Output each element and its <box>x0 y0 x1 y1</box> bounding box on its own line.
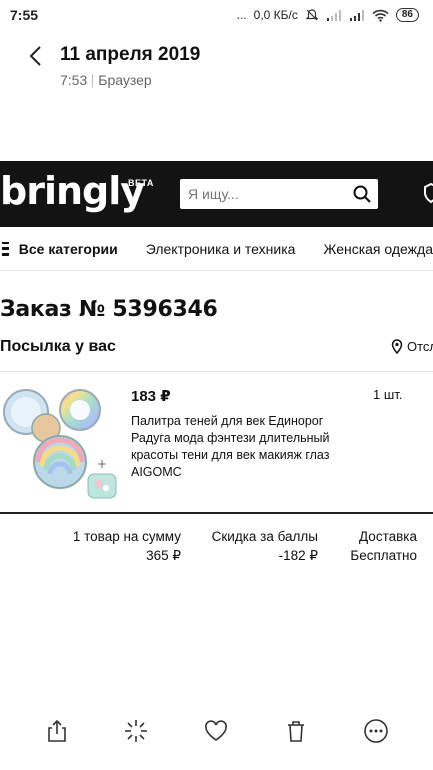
order-title: Заказ № 5396346 <box>0 297 218 322</box>
signal-weak-icon <box>326 9 341 21</box>
status-dots: ... <box>236 8 247 22</box>
items-total: 1 товар на сумму 365 ₽ <box>60 527 181 565</box>
sparkle-icon[interactable] <box>123 718 149 744</box>
all-categories-link[interactable]: Все категории <box>19 241 118 257</box>
divider <box>0 512 433 514</box>
svg-text:+: + <box>97 457 107 471</box>
site-header: bringly BETA <box>0 161 433 227</box>
mute-bell-icon <box>305 9 319 21</box>
history-time: 7:53 <box>60 72 88 88</box>
track-link[interactable]: Отсл <box>391 339 433 354</box>
history-date: 11 апреля 2019 <box>60 44 201 65</box>
delivery: Доставка Бесплатно <box>335 527 417 565</box>
order-status: Посылка у вас <box>0 338 116 355</box>
more-icon[interactable] <box>363 718 389 744</box>
status-time: 7:55 <box>10 7 39 23</box>
browser-bottom-bar <box>0 706 433 756</box>
wifi-icon <box>372 9 389 22</box>
separator <box>92 73 94 87</box>
network-speed: 0,0 КБ/с <box>253 8 298 22</box>
category-electronics[interactable]: Электроника и техника <box>146 241 296 257</box>
delivery-value: Бесплатно <box>350 548 417 563</box>
track-label: Отсл <box>407 339 433 354</box>
location-pin-icon <box>391 339 403 354</box>
signal-icon <box>349 9 364 21</box>
heart-icon[interactable] <box>203 718 229 744</box>
trash-icon[interactable] <box>283 718 309 744</box>
points-discount-label: Скидка за баллы <box>211 529 318 544</box>
shield-icon[interactable] <box>424 182 433 204</box>
history-app: Браузер <box>98 72 152 88</box>
status-bar: 7:55 ... 0,0 КБ/с 86 <box>0 0 433 30</box>
product-quantity: 1 шт. <box>373 387 403 402</box>
share-icon[interactable] <box>44 718 70 744</box>
beta-badge: BETA <box>128 178 154 188</box>
search-icon[interactable] <box>352 184 372 204</box>
points-discount-value: -182 ₽ <box>278 548 318 563</box>
product-name[interactable]: Палитра теней для век Единорог Радуга мо… <box>131 413 331 481</box>
delivery-label: Доставка <box>359 529 417 544</box>
product-image[interactable]: + <box>2 384 120 502</box>
battery-badge: 86 <box>395 8 419 22</box>
items-total-value: 365 ₽ <box>146 548 181 563</box>
menu-icon[interactable] <box>2 241 9 256</box>
items-total-label: 1 товар на сумму <box>72 529 181 544</box>
history-meta: 7:53 Браузер <box>60 72 152 88</box>
search-box[interactable] <box>180 179 378 209</box>
back-arrow-icon[interactable] <box>26 44 46 68</box>
history-entry[interactable]: 11 апреля 2019 7:53 Браузер <box>0 36 433 96</box>
divider <box>0 371 433 372</box>
product-price: 183 ₽ <box>131 388 171 405</box>
search-input[interactable] <box>188 179 348 209</box>
category-womens-clothing[interactable]: Женская одежда <box>323 241 433 257</box>
category-nav: Все категории Электроника и техника Женс… <box>0 227 433 271</box>
bringly-logo[interactable]: bringly <box>0 169 145 213</box>
points-discount: Скидка за баллы -182 ₽ <box>200 527 318 565</box>
